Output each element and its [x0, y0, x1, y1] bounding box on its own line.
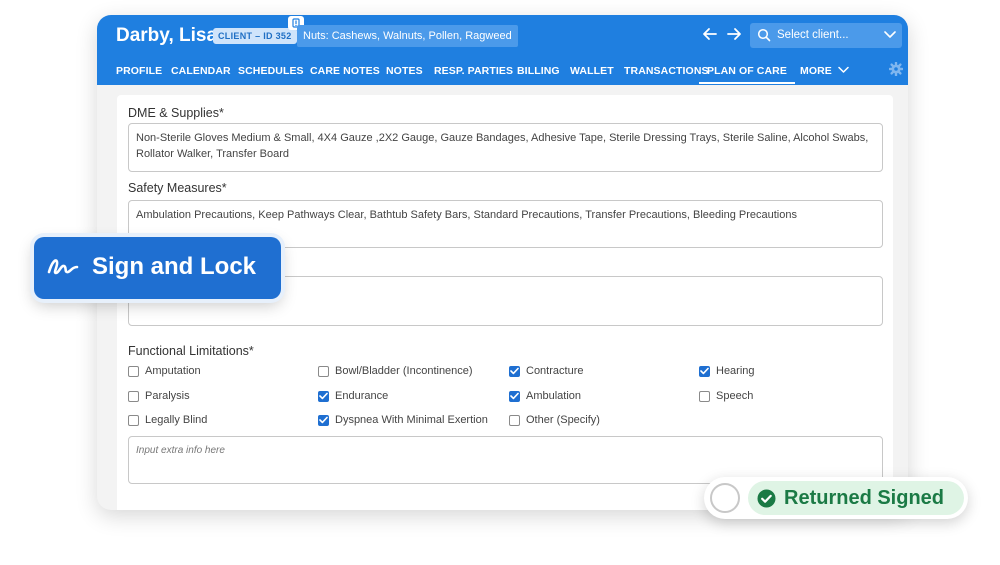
checkbox-label: Ambulation [526, 390, 582, 402]
search-icon [757, 28, 771, 45]
client-tab-nav: PROFILE CALENDAR SCHEDULES CARE NOTES NO… [97, 57, 908, 85]
checkbox-label: Contracture [526, 365, 584, 377]
client-select-dropdown[interactable]: Select client... [750, 23, 902, 48]
signature-icon [47, 256, 81, 285]
safety-measures-label: Safety Measures* [128, 181, 227, 195]
checkbox-label: Hearing [716, 365, 755, 377]
tab-more-label: MORE [800, 65, 832, 77]
checkbox-box[interactable] [128, 390, 139, 402]
client-header: Darby, Lisa CLIENT – ID 352 Nuts: Cashew… [97, 15, 908, 85]
checkmark-icon[interactable] [318, 390, 329, 402]
tab-transactions[interactable]: TRANSACTIONS [624, 65, 709, 77]
status-radio[interactable] [710, 483, 740, 513]
chevron-down-icon [884, 30, 896, 43]
dme-supplies-label: DME & Supplies* [128, 106, 224, 120]
checkbox-ambulation[interactable]: Ambulation [509, 390, 581, 402]
tab-more[interactable]: MORE [800, 65, 849, 77]
checkbox-endurance[interactable]: Endurance [318, 390, 388, 402]
client-id-badge: CLIENT – ID 352 [213, 28, 297, 44]
forward-arrow-icon[interactable] [725, 25, 743, 43]
plan-of-care-form: DME & Supplies* Non-Sterile Gloves Mediu… [117, 95, 893, 510]
checkbox-contracture[interactable]: Contracture [509, 365, 583, 377]
checkbox-label: Legally Blind [145, 414, 208, 426]
returned-signed-status: Returned Signed [704, 477, 968, 519]
check-circle-icon [757, 489, 776, 514]
returned-signed-badge: Returned Signed [748, 481, 964, 515]
tab-billing[interactable]: BILLING [517, 65, 560, 77]
checkbox-label: Speech [716, 390, 754, 402]
checkbox-box[interactable] [128, 414, 139, 426]
returned-signed-label: Returned Signed [784, 487, 945, 509]
checkbox-box[interactable] [699, 390, 710, 402]
client-name[interactable]: Darby, Lisa [116, 25, 217, 47]
checkbox-box[interactable] [318, 365, 329, 377]
client-select-placeholder: Select client... [777, 29, 849, 41]
dme-supplies-field[interactable]: Non-Sterile Gloves Medium & Small, 4X4 G… [128, 123, 883, 172]
tab-schedules[interactable]: SCHEDULES [238, 65, 304, 77]
tab-resp-parties[interactable]: RESP. PARTIES [434, 65, 513, 77]
tab-calendar[interactable]: CALENDAR [171, 65, 231, 77]
functional-limitations-label: Functional Limitations* [128, 344, 254, 358]
tab-plan-of-care[interactable]: PLAN OF CARE [699, 65, 795, 84]
checkbox-hearing[interactable]: Hearing [699, 365, 755, 377]
checkbox-label: Amputation [145, 365, 201, 377]
tab-care-notes[interactable]: CARE NOTES [310, 65, 380, 77]
checkbox-amputation[interactable]: Amputation [128, 365, 201, 377]
chevron-down-icon [838, 66, 849, 73]
checkmark-icon[interactable] [318, 414, 329, 426]
back-arrow-icon[interactable] [701, 25, 719, 43]
checkbox-label: Paralysis [145, 390, 190, 402]
checkbox-speech[interactable]: Speech [699, 390, 753, 402]
checkbox-bowl-bladder[interactable]: Bowl/Bladder (Incontinence) [318, 365, 473, 377]
checkbox-box[interactable] [509, 414, 520, 426]
tab-notes[interactable]: NOTES [386, 65, 423, 77]
tab-profile[interactable]: PROFILE [116, 65, 162, 77]
checkmark-icon[interactable] [699, 365, 710, 377]
allergy-banner: Nuts: Cashews, Walnuts, Pollen, Ragweed [297, 25, 518, 47]
checkbox-legally-blind[interactable]: Legally Blind [128, 414, 207, 426]
checkbox-paralysis[interactable]: Paralysis [128, 390, 190, 402]
checkbox-dyspnea[interactable]: Dyspnea With Minimal Exertion [318, 414, 488, 426]
sign-and-lock-label: Sign and Lock [92, 253, 257, 280]
checkbox-other-specify[interactable]: Other (Specify) [509, 414, 600, 426]
checkmark-icon[interactable] [509, 390, 520, 402]
sign-and-lock-button[interactable]: Sign and Lock [34, 237, 281, 299]
checkbox-label: Bowl/Bladder (Incontinence) [335, 365, 473, 377]
checkmark-icon[interactable] [509, 365, 520, 377]
tab-wallet[interactable]: WALLET [570, 65, 614, 77]
gear-icon[interactable] [888, 61, 904, 81]
checkbox-label: Endurance [335, 390, 389, 402]
checkbox-label: Dyspnea With Minimal Exertion [335, 414, 488, 426]
checkbox-box[interactable] [128, 365, 139, 377]
header-top-bar: Darby, Lisa CLIENT – ID 352 Nuts: Cashew… [97, 15, 908, 57]
checkbox-label: Other (Specify) [526, 414, 600, 426]
